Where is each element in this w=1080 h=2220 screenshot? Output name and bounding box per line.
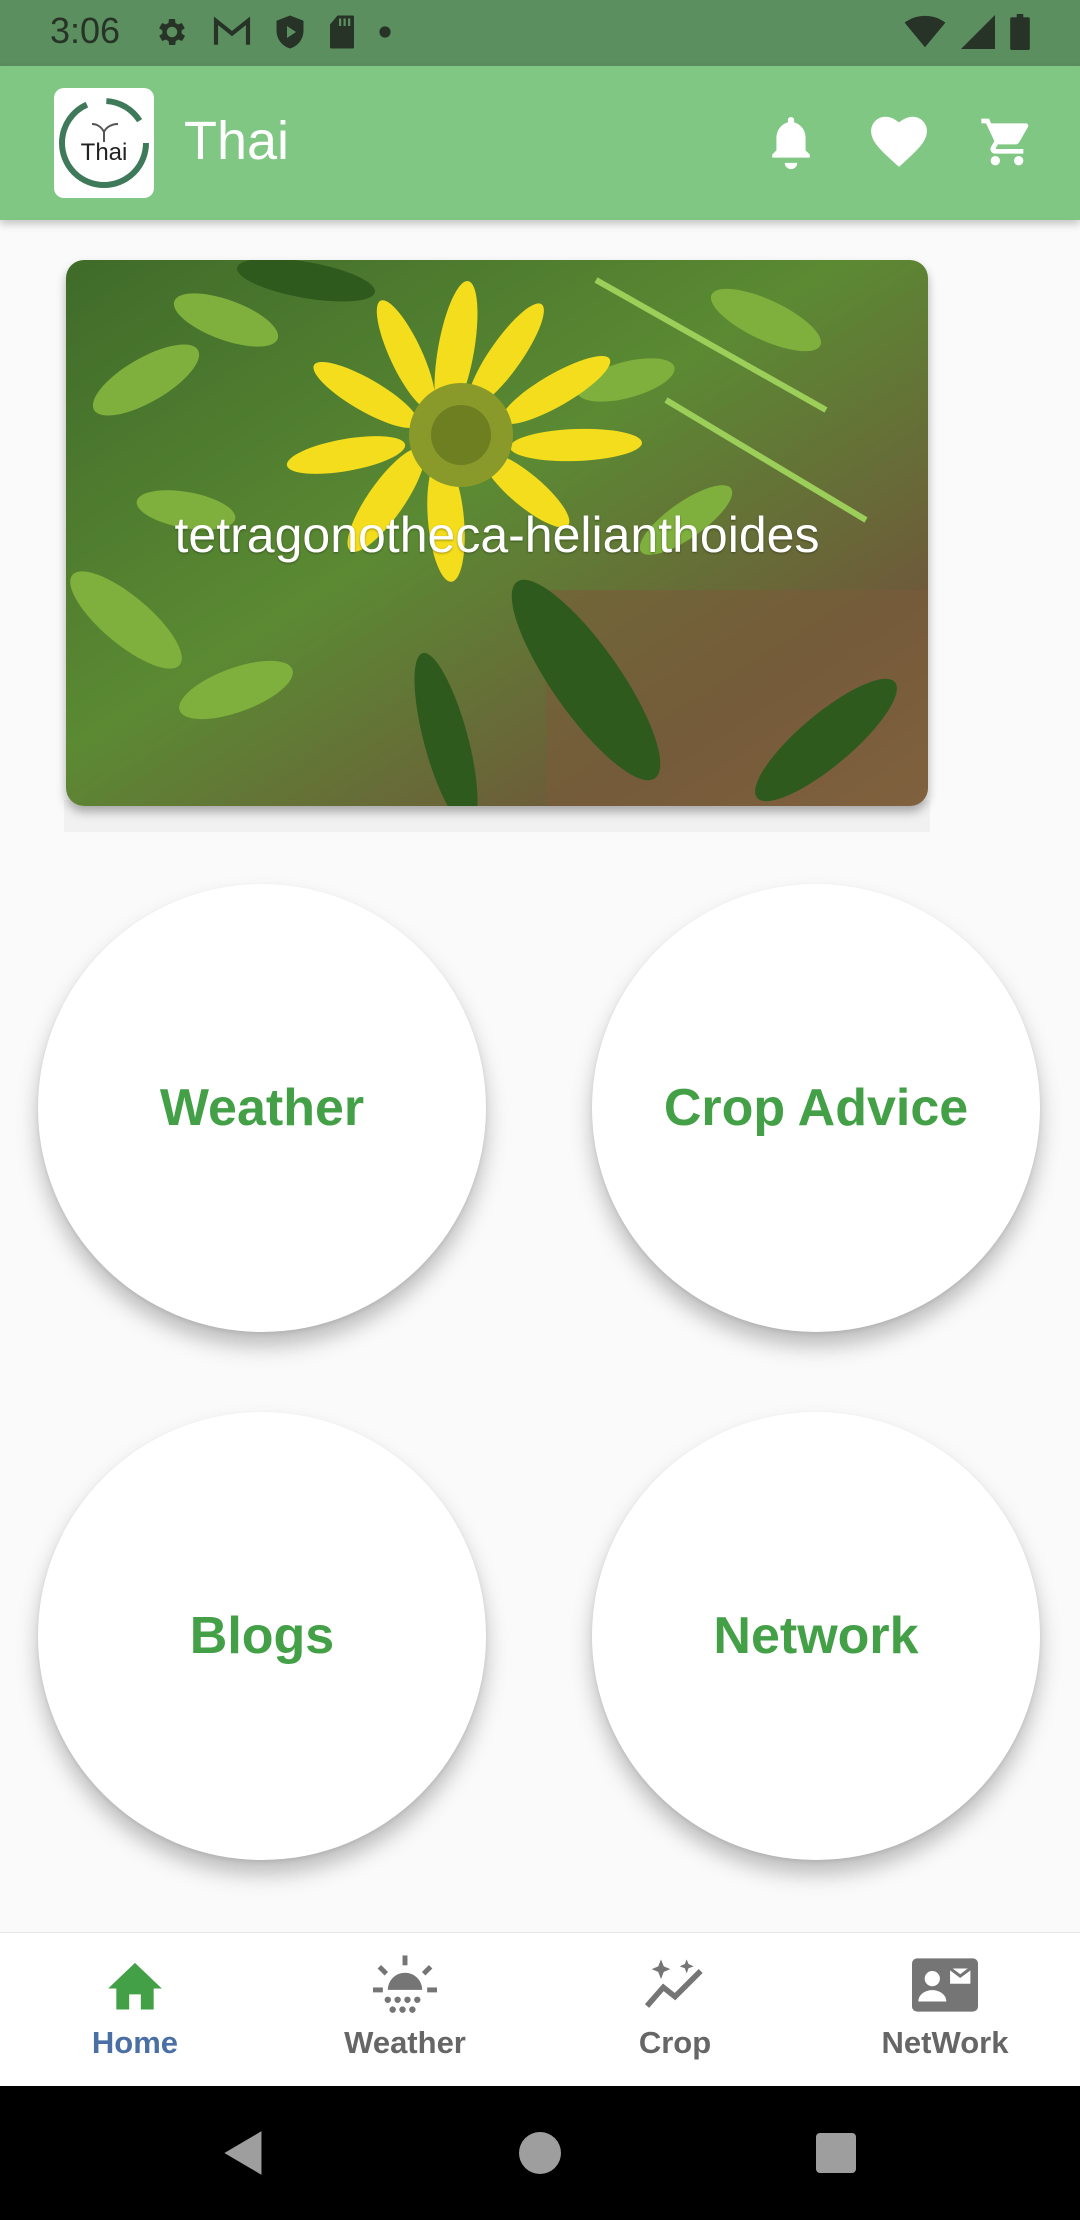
status-time: 3:06 — [50, 10, 121, 51]
nav-home[interactable]: Home — [0, 1933, 270, 2087]
banner-caption: tetragonotheca-helianthoides — [174, 507, 820, 563]
contact-card-icon — [912, 1958, 978, 2012]
crop-advice-tile-button[interactable]: Crop Advice — [592, 884, 1040, 1332]
app-bar: Thai Thai — [0, 66, 1080, 220]
sd-card-icon — [330, 15, 354, 49]
nav-crop-icon-wrap — [644, 1955, 706, 2015]
favorites-button[interactable] — [870, 112, 928, 172]
recents-icon — [816, 2133, 856, 2173]
system-recents-button[interactable] — [776, 2086, 896, 2220]
logo-text: Thai — [81, 139, 128, 166]
weather-tile-button[interactable]: Weather — [38, 884, 486, 1332]
app-logo[interactable]: Thai — [54, 88, 154, 198]
back-icon — [224, 2131, 262, 2175]
gear-icon — [159, 18, 186, 46]
nav-weather-icon-wrap — [373, 1955, 437, 2015]
system-back-button[interactable] — [184, 2086, 304, 2220]
status-notification-icons — [154, 14, 392, 50]
nav-network[interactable]: NetWork — [810, 1933, 1080, 2087]
blogs-tile-button[interactable]: Blogs — [38, 1412, 486, 1860]
app-actions — [762, 112, 1036, 172]
nav-home-icon-wrap — [107, 1955, 163, 2015]
dot-icon — [379, 26, 391, 38]
signal-icon — [961, 15, 995, 49]
plant-banner[interactable]: tetragonotheca-helianthoides — [66, 260, 928, 806]
nav-network-label: NetWork — [881, 2025, 1009, 2060]
cart-button[interactable] — [978, 112, 1036, 172]
status-system-icons — [904, 14, 1030, 50]
weather-icon — [373, 1955, 437, 2013]
home-circle-icon — [519, 2132, 561, 2174]
heart-icon — [871, 116, 927, 167]
bell-icon — [772, 117, 810, 170]
home-icon — [108, 1962, 162, 2010]
nav-weather-label: Weather — [344, 2025, 466, 2060]
bottom-navigation: Home Weather Crop NetWork — [0, 1932, 1080, 2087]
crop-sparkle-icon — [644, 1959, 703, 2008]
network-tile-button[interactable]: Network — [592, 1412, 1040, 1860]
status-bar: 3:06 — [0, 0, 1080, 66]
notifications-button[interactable] — [762, 112, 820, 172]
battery-icon — [1010, 14, 1030, 50]
logo-graphic: Thai — [59, 98, 149, 188]
nav-crop[interactable]: Crop — [540, 1933, 810, 2087]
nav-crop-label: Crop — [638, 2025, 712, 2060]
gmail-icon — [213, 16, 251, 45]
app-title: Thai — [184, 111, 290, 171]
nav-home-label: Home — [91, 2025, 179, 2060]
system-home-button[interactable] — [480, 2086, 600, 2220]
wifi-icon — [904, 15, 946, 48]
system-navigation-bar — [0, 2086, 1080, 2220]
cart-icon — [981, 118, 1029, 166]
nav-weather[interactable]: Weather — [270, 1933, 540, 2087]
nav-network-icon-wrap — [912, 1955, 978, 2015]
shield-icon — [276, 15, 304, 49]
